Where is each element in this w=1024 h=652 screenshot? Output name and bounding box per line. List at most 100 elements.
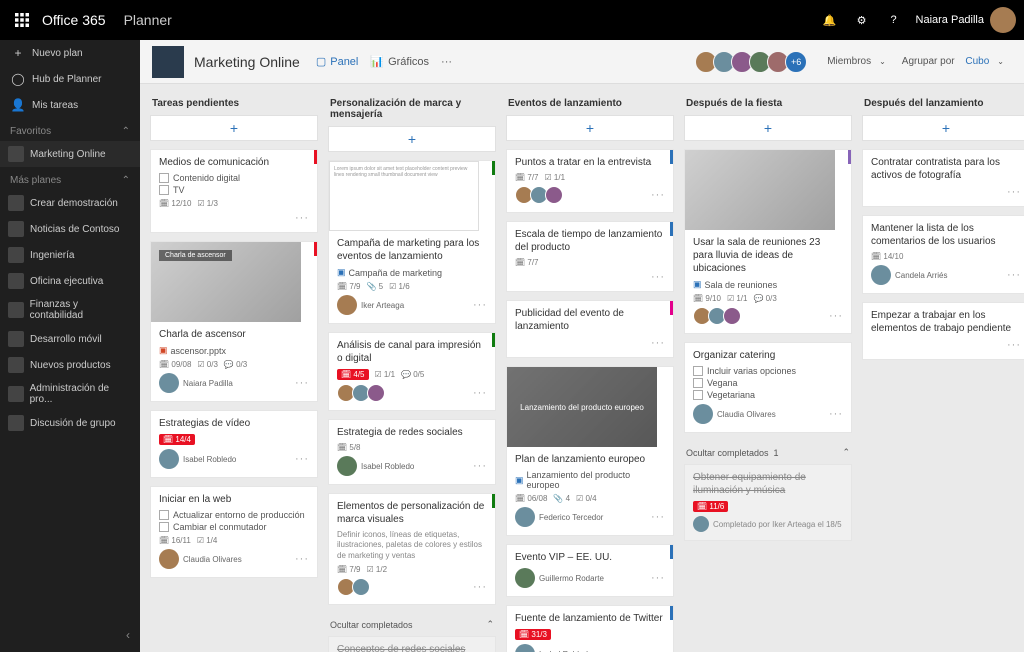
checklist-item[interactable]: Vegana (693, 378, 843, 388)
checklist-item[interactable]: Cambiar el conmutador (159, 522, 309, 532)
task-card[interactable]: Obtener equipamiento de iluminación y mú… (684, 464, 852, 541)
card-more-icon[interactable]: ··· (295, 377, 309, 389)
task-card[interactable]: Medios de comunicaciónContenido digitalT… (150, 149, 318, 233)
sidebar-plan-item[interactable]: Oficina ejecutiva (0, 268, 140, 294)
card-assignees (515, 186, 560, 204)
app-name: Planner (124, 12, 172, 28)
task-card[interactable]: Estrategia de redes sociales🗓 5/8Isabel … (328, 419, 496, 485)
task-card[interactable]: Puntos a tratar en la entrevista🗓 7/7☑ 1… (506, 149, 674, 213)
task-card[interactable]: Iniciar en la webActualizar entorno de p… (150, 486, 318, 578)
card-assignee: Candela Arriés (871, 265, 947, 285)
notifications-icon[interactable]: 🔔 (814, 4, 846, 36)
card-more-icon[interactable]: ··· (651, 337, 665, 349)
hide-completed-toggle[interactable]: Ocultar completados⌃ (328, 613, 496, 636)
more-menu[interactable]: ··· (441, 56, 452, 68)
card-more-icon[interactable]: ··· (651, 648, 665, 652)
avatar (352, 578, 370, 596)
card-more-icon[interactable]: ··· (829, 408, 843, 420)
card-more-icon[interactable]: ··· (473, 387, 487, 399)
my-tasks-link[interactable]: 👤 Mis tareas (0, 92, 140, 118)
card-more-icon[interactable]: ··· (651, 572, 665, 584)
help-icon[interactable]: ? (878, 4, 910, 36)
card-title: Elementos de personalización de marca vi… (337, 500, 487, 526)
sidebar-plan-item[interactable]: Noticias de Contoso (0, 216, 140, 242)
favorites-section-header[interactable]: Favoritos ⌃ (0, 118, 140, 141)
category-label (492, 161, 495, 175)
task-card[interactable]: Charla de ascensorCharla de ascensor▣asc… (150, 241, 318, 402)
task-card[interactable]: Organizar cateringIncluir varias opcione… (684, 342, 852, 433)
plan-members[interactable]: +6 (699, 51, 807, 73)
add-task-button[interactable]: + (862, 115, 1024, 141)
checklist-item[interactable]: TV (159, 185, 309, 195)
task-card[interactable]: Escala de tiempo de lanzamiento del prod… (506, 221, 674, 292)
task-card[interactable]: Evento VIP – EE. UU.Guillermo Rodarte··· (506, 544, 674, 597)
card-more-icon[interactable]: ··· (651, 189, 665, 201)
comment-count: 💬 0/3 (224, 360, 247, 369)
bucket-title[interactable]: Personalización de marca y mensajería (328, 94, 496, 126)
tab-board[interactable]: ▢ Panel (316, 55, 359, 68)
task-card[interactable]: Contratar contratista para los activos d… (862, 149, 1024, 207)
task-card[interactable]: Mantener la lista de los comentarios de … (862, 215, 1024, 294)
sidebar-plan-item[interactable]: Desarrollo móvil (0, 326, 140, 352)
task-card[interactable]: Publicidad del evento de lanzamiento··· (506, 300, 674, 358)
task-card[interactable]: Análisis de canal para impresión o digit… (328, 332, 496, 411)
card-more-icon[interactable]: ··· (295, 553, 309, 565)
bucket-title[interactable]: Tareas pendientes (150, 94, 318, 115)
more-plans-section-header[interactable]: Más planes ⌃ (0, 167, 140, 190)
card-more-icon[interactable]: ··· (295, 212, 309, 224)
add-task-button[interactable]: + (506, 115, 674, 141)
card-more-icon[interactable]: ··· (829, 310, 843, 322)
bucket-title[interactable]: Después de la fiesta (684, 94, 852, 115)
checklist-item[interactable]: Actualizar entorno de producción (159, 510, 309, 520)
sidebar-plan-item[interactable]: Administración de pro... (0, 378, 140, 410)
task-card[interactable]: Elementos de personalización de marca vi… (328, 493, 496, 605)
task-card[interactable]: Lorem ipsum dolor sit amet text placehol… (328, 160, 496, 324)
card-assignee: Isabel Robledo (515, 644, 592, 652)
bucket-title[interactable]: Después del lanzamiento (862, 94, 1024, 115)
card-assignees (337, 384, 382, 402)
add-task-button[interactable]: + (684, 115, 852, 141)
card-more-icon[interactable]: ··· (1007, 186, 1021, 198)
add-task-button[interactable]: + (328, 126, 496, 152)
card-more-icon[interactable]: ··· (473, 299, 487, 311)
app-launcher-icon[interactable] (8, 6, 36, 34)
card-more-icon[interactable]: ··· (473, 581, 487, 593)
user-menu[interactable]: Naiara Padilla (916, 7, 1016, 33)
bucket-title[interactable]: Eventos de lanzamiento (506, 94, 674, 115)
plan-thumb (8, 331, 24, 347)
plan-thumb (8, 146, 24, 162)
task-card[interactable]: Estrategias de vídeo🗓 14/4Isabel Robledo… (150, 410, 318, 478)
checklist-item[interactable]: Vegetariana (693, 390, 843, 400)
checklist-item[interactable]: Contenido digital (159, 173, 309, 183)
planner-hub-link[interactable]: ◯ Hub de Planner (0, 66, 140, 92)
card-more-icon[interactable]: ··· (651, 271, 665, 283)
sidebar-plan-item[interactable]: Nuevos productos (0, 352, 140, 378)
card-more-icon[interactable]: ··· (1007, 269, 1021, 281)
tab-charts[interactable]: 📊 Gráficos (370, 55, 429, 68)
sidebar-plan-item[interactable]: Finanzas y contabilidad (0, 294, 140, 326)
add-task-button[interactable]: + (150, 115, 318, 141)
hide-completed-toggle[interactable]: Ocultar completados 1⌃ (684, 441, 852, 464)
task-card[interactable]: Fuente de lanzamiento de Twitter🗓 31/3Is… (506, 605, 674, 652)
bucket-column: Eventos de lanzamiento+ Puntos a tratar e… (506, 94, 674, 652)
sidebar-plan-item[interactable]: Ingeniería (0, 242, 140, 268)
settings-gear-icon[interactable]: ⚙ (846, 4, 878, 36)
task-card[interactable]: Plan de lanzamiento europeo▣Lanzamiento … (506, 366, 674, 536)
task-card[interactable]: Conceptos de redes sociales🗓 20/12/2016C… (328, 636, 496, 652)
sidebar-plan-item[interactable]: Marketing Online (0, 141, 140, 167)
task-card[interactable]: Empezar a trabajar en los elementos de t… (862, 302, 1024, 360)
card-more-icon[interactable]: ··· (1007, 339, 1021, 351)
card-more-icon[interactable]: ··· (651, 511, 665, 523)
sidebar-plan-item[interactable]: Discusión de grupo (0, 410, 140, 436)
task-card[interactable]: Usar la sala de reuniones 23 para lluvia… (684, 149, 852, 334)
card-meta: 🗓 9/10☑ 1/1💬 0/3 (693, 294, 843, 303)
new-plan-button[interactable]: + Nuevo plan (0, 40, 140, 66)
group-by-dropdown[interactable]: Agrupar por Cubo⌄ (898, 56, 1008, 67)
members-dropdown[interactable]: Miembros⌄ (823, 56, 890, 67)
collapse-sidebar-icon[interactable]: ‹ (126, 628, 130, 642)
card-more-icon[interactable]: ··· (295, 453, 309, 465)
checklist-item[interactable]: Incluir varias opciones (693, 366, 843, 376)
sidebar-plan-item[interactable]: Crear demostración (0, 190, 140, 216)
card-more-icon[interactable]: ··· (473, 460, 487, 472)
card-meta: 🗓 16/11☑ 1/4 (159, 536, 309, 545)
